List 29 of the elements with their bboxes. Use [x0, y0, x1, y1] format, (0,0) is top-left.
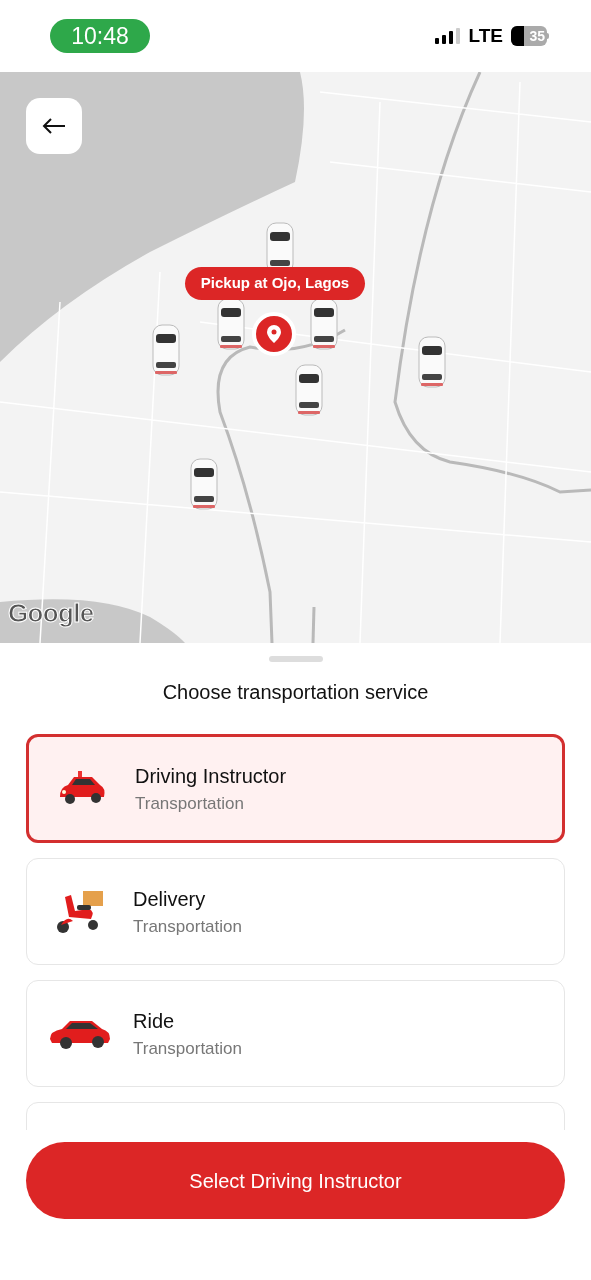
service-option[interactable]: Ride Transportation [26, 980, 565, 1087]
back-arrow-icon [42, 117, 66, 135]
back-button[interactable] [26, 98, 82, 154]
car-icon [295, 364, 323, 416]
car-icon [217, 298, 245, 350]
car-icon [310, 298, 338, 350]
service-category: Transportation [133, 1037, 242, 1060]
status-time: 10:48 [50, 19, 150, 53]
car-icon [152, 324, 180, 376]
service-option[interactable]: Driving Instructor Transportation [26, 734, 565, 843]
battery-indicator: 35 [511, 26, 547, 46]
location-pin-icon [252, 312, 296, 356]
map-attribution: Google [8, 597, 94, 630]
service-name: Delivery [133, 886, 207, 912]
map[interactable]: Pickup at Ojo, Lagos Google [0, 72, 591, 643]
service-category: Transportation [135, 792, 245, 815]
select-service-button[interactable]: Select Driving Instructor [26, 1142, 565, 1219]
service-category: Transportation [133, 915, 242, 938]
pickup-label: Pickup at Ojo, Lagos [184, 267, 366, 300]
car-icon [418, 336, 446, 388]
service-name: Ride [133, 1008, 176, 1034]
scooter-icon [55, 888, 105, 935]
service-name: Driving Instructor [135, 763, 287, 789]
sheet-handle[interactable] [268, 656, 323, 662]
service-option[interactable]: Delivery Transportation [26, 858, 565, 965]
car-icon [190, 458, 218, 510]
sheet-title: Choose transportation service [162, 680, 429, 705]
signal-icon [434, 28, 461, 44]
network-label: LTE [468, 23, 503, 48]
